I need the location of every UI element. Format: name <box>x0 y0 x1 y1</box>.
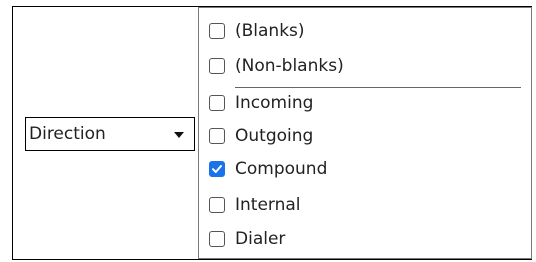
option-label-dialer: Dialer <box>235 229 286 249</box>
checkbox-dialer[interactable] <box>209 231 225 247</box>
checkbox-outgoing[interactable] <box>209 128 225 144</box>
option-blanks[interactable]: (Blanks) <box>209 18 305 44</box>
option-label-blanks: (Blanks) <box>235 21 305 41</box>
options-divider <box>235 87 521 88</box>
chevron-down-icon[interactable] <box>174 132 184 138</box>
option-outgoing[interactable]: Outgoing <box>209 123 313 149</box>
checkbox-incoming[interactable] <box>209 95 225 111</box>
checkbox-non-blanks[interactable] <box>209 58 225 74</box>
checkmark-icon <box>212 165 222 173</box>
option-label-outgoing: Outgoing <box>235 126 314 146</box>
option-dialer[interactable]: Dialer <box>209 226 285 252</box>
direction-select-value: Direction <box>29 124 106 144</box>
checkbox-internal[interactable] <box>209 197 225 213</box>
option-internal[interactable]: Internal <box>209 192 301 218</box>
option-label-incoming: Incoming <box>235 93 314 113</box>
option-label-non-blanks: (Non-blanks) <box>235 56 344 76</box>
checkbox-blanks[interactable] <box>209 23 225 39</box>
option-non-blanks[interactable]: (Non-blanks) <box>209 53 344 79</box>
direction-select[interactable]: Direction <box>25 117 195 151</box>
filter-options-panel: (Blanks) (Non-blanks) Incoming Outgoing … <box>198 7 532 259</box>
option-label-compound: Compound <box>235 159 328 179</box>
checkbox-compound[interactable] <box>209 161 225 177</box>
option-label-internal: Internal <box>235 195 301 215</box>
option-compound[interactable]: Compound <box>209 156 327 182</box>
option-incoming[interactable]: Incoming <box>209 90 313 116</box>
